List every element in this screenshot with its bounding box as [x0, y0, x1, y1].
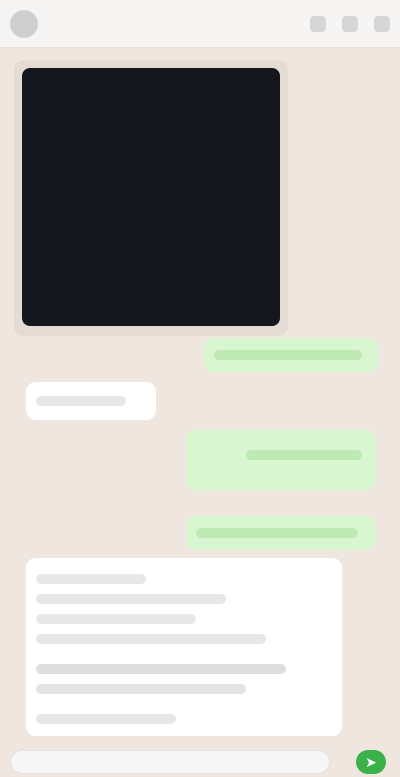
message-line [36, 614, 196, 624]
chat-header [0, 0, 400, 48]
more-icon[interactable] [374, 15, 390, 32]
composer: ➤ [0, 748, 400, 777]
header-actions [310, 15, 390, 32]
video-call-icon[interactable] [310, 15, 326, 32]
message-line [36, 714, 176, 724]
avatar[interactable] [10, 9, 38, 38]
message-text [36, 396, 126, 406]
incoming-message[interactable] [26, 558, 342, 736]
message-text [246, 450, 362, 460]
send-icon[interactable]: ➤ [356, 750, 386, 774]
message-line [36, 664, 286, 674]
outgoing-message[interactable] [204, 338, 378, 372]
message-text [214, 350, 362, 360]
outgoing-message[interactable] [186, 430, 376, 490]
message-line [36, 574, 146, 584]
message-line [36, 634, 266, 644]
message-line [36, 594, 226, 604]
chat-area [0, 48, 400, 748]
outgoing-message[interactable] [186, 516, 376, 550]
message-line [36, 684, 246, 694]
image-message[interactable] [22, 68, 280, 326]
call-icon[interactable] [342, 15, 358, 32]
message-input[interactable] [10, 750, 330, 774]
message-text [196, 528, 358, 538]
incoming-message[interactable] [26, 382, 156, 420]
